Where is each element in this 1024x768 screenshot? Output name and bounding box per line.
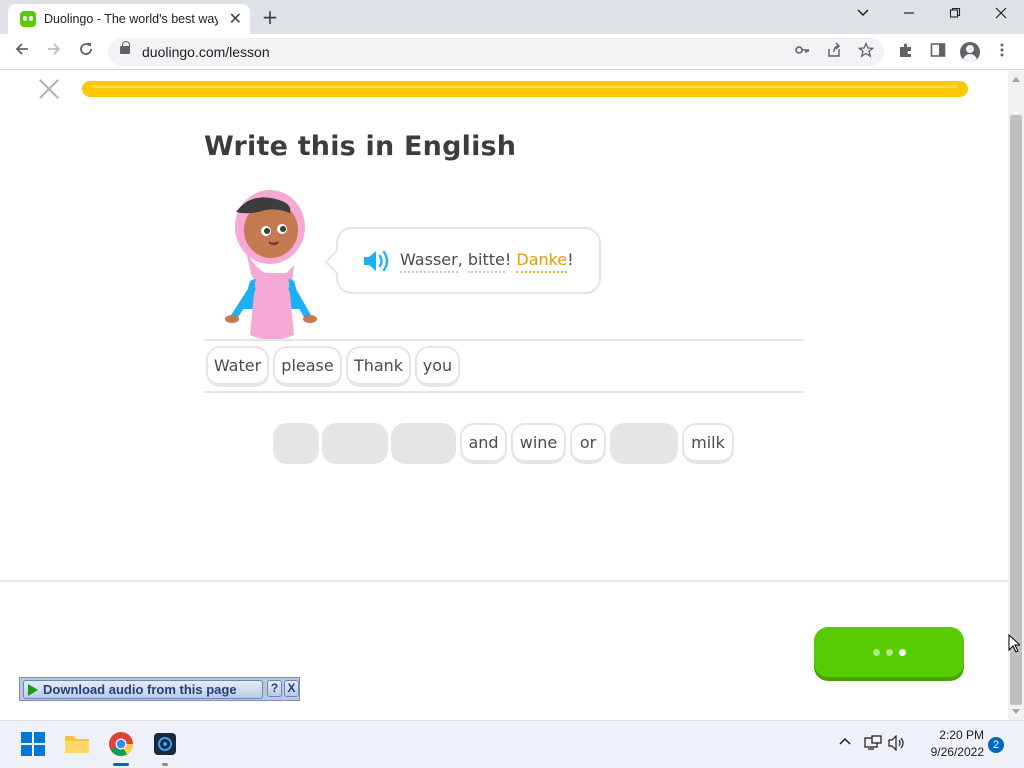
answer-line-top <box>204 339 804 341</box>
download-audio-button[interactable]: Download audio from this page <box>23 680 263 699</box>
download-audio-label: Download audio from this page <box>43 682 237 697</box>
word-bank-chip[interactable]: wine <box>511 423 566 464</box>
clock-time: 2:20 PM <box>939 728 984 742</box>
app-icon[interactable] <box>152 731 178 757</box>
url-text[interactable]: duolingo.com/lesson <box>142 44 270 60</box>
word-bank-empty-slot <box>610 423 678 464</box>
page-title: Write this in English <box>204 131 517 162</box>
word-bank-chip[interactable]: milk <box>682 423 734 464</box>
close-icon[interactable] <box>38 78 60 100</box>
browser-tab[interactable]: Duolingo - The world's best way ✕ <box>8 4 250 34</box>
progress-bar <box>82 81 968 97</box>
word-bank-chip[interactable]: and <box>460 423 507 464</box>
reload-icon[interactable] <box>74 40 98 64</box>
key-icon[interactable] <box>792 42 812 62</box>
network-icon[interactable] <box>864 735 882 755</box>
clock-date: 9/26/2022 <box>930 745 984 759</box>
loading-dot <box>872 648 880 656</box>
back-arrow-icon[interactable] <box>10 40 34 64</box>
star-icon[interactable] <box>856 41 876 62</box>
lesson-page: Write this in English Wasser, bitte! Dan… <box>0 71 1008 720</box>
volume-icon[interactable] <box>888 734 906 755</box>
loading-dot <box>898 648 906 656</box>
selected-word-chip[interactable]: Water <box>206 346 269 387</box>
character-illustration <box>222 185 322 345</box>
word-bank-chip[interactable]: or <box>570 423 606 464</box>
chevron-up-icon[interactable] <box>838 735 852 753</box>
chrome-icon[interactable] <box>108 731 134 757</box>
chrome-active-indicator <box>113 763 129 766</box>
app-running-indicator <box>162 763 168 766</box>
tab-search-chevron-icon[interactable] <box>840 4 886 26</box>
word-bank-empty-slot <box>322 423 388 464</box>
page-scrollbar[interactable] <box>1008 71 1024 720</box>
address-bar[interactable]: duolingo.com/lesson <box>108 38 884 66</box>
selected-word-chip[interactable]: please <box>273 346 342 387</box>
selected-word-chip[interactable]: Thank <box>346 346 411 387</box>
word-bank-empty-slot <box>273 423 319 464</box>
share-icon[interactable] <box>824 42 844 62</box>
extensions-icon[interactable] <box>896 42 916 62</box>
window-close-button[interactable] <box>978 4 1024 26</box>
scroll-down-arrow[interactable] <box>1012 709 1020 714</box>
play-icon <box>28 683 38 696</box>
forward-arrow-icon[interactable] <box>42 40 66 64</box>
windows-start-icon[interactable] <box>20 731 46 757</box>
windows-taskbar: 2:20 PM 9/26/2022 2 <box>0 720 1024 768</box>
tab-strip: Duolingo - The world's best way ✕ + <box>0 0 1024 34</box>
progress-fill <box>82 81 968 97</box>
side-panel-icon[interactable] <box>928 42 948 62</box>
profile-icon[interactable] <box>960 42 980 62</box>
minimize-button[interactable] <box>886 4 932 26</box>
tab-close-icon[interactable]: ✕ <box>229 11 242 27</box>
prompt-sentence: Wasser, bitte! Danke! <box>400 250 574 273</box>
loading-dot <box>885 648 893 656</box>
notification-badge[interactable]: 2 <box>988 737 1004 753</box>
check-button[interactable] <box>814 627 964 677</box>
footer-divider <box>0 580 1008 582</box>
lock-icon[interactable] <box>120 41 130 54</box>
prompt-word[interactable]: Wasser <box>400 250 458 273</box>
tab-title: Duolingo - The world's best way <box>44 12 218 26</box>
system-clock[interactable]: 2:20 PM 9/26/2022 <box>912 727 984 761</box>
scroll-thumb[interactable] <box>1010 115 1022 705</box>
word-bank-empty-slot <box>391 423 456 464</box>
prompt-new-word[interactable]: Danke <box>516 250 568 273</box>
answer-line-bottom <box>204 391 804 393</box>
speaker-icon[interactable] <box>362 249 392 273</box>
selected-word-chip[interactable]: you <box>415 346 460 387</box>
new-tab-button[interactable]: + <box>258 6 282 28</box>
download-audio-bar: Download audio from this page ? X <box>19 677 300 701</box>
mouse-cursor-icon <box>1008 633 1022 654</box>
restore-button[interactable] <box>932 4 978 26</box>
menu-icon[interactable] <box>992 42 1012 62</box>
scroll-up-arrow[interactable] <box>1012 77 1020 82</box>
browser-toolbar: duolingo.com/lesson <box>0 34 1024 70</box>
prompt-word[interactable]: bitte <box>467 250 505 273</box>
duolingo-favicon <box>20 11 36 27</box>
help-button[interactable]: ? <box>267 680 282 697</box>
download-bar-close-button[interactable]: X <box>284 680 299 697</box>
file-explorer-icon[interactable] <box>64 731 90 757</box>
speech-bubble: Wasser, bitte! Danke! <box>336 227 601 294</box>
